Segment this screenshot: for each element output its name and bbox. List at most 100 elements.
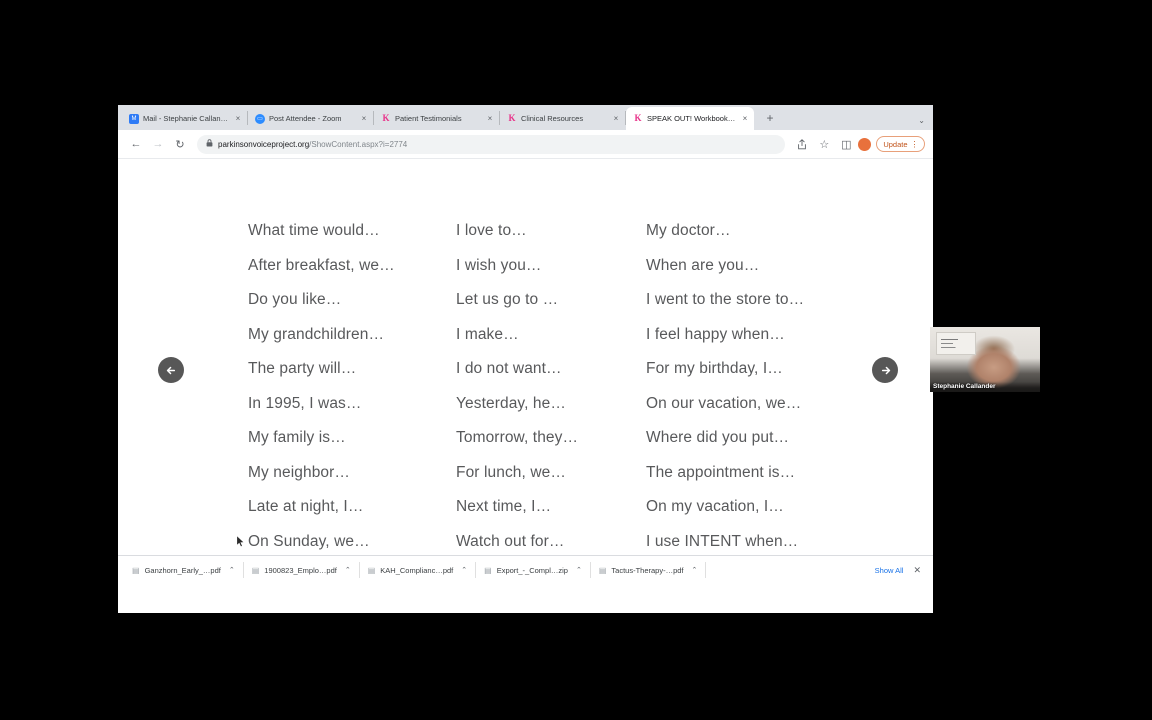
phrase-item: For my birthday, I… <box>646 360 783 377</box>
bookmark-star-icon[interactable]: ☆ <box>814 134 834 154</box>
tab-close-icon[interactable]: × <box>485 114 495 124</box>
download-filename: Tactus-Therapy-…pdf <box>611 565 684 575</box>
share-icon[interactable] <box>792 134 812 154</box>
kebab-menu-icon[interactable]: ⋮ <box>911 140 919 149</box>
tab-close-icon[interactable]: × <box>740 114 750 124</box>
phrase-item: Do you like… <box>248 291 342 308</box>
tab-close-icon[interactable]: × <box>233 114 243 124</box>
lock-icon <box>206 139 213 149</box>
forward-icon[interactable]: → <box>148 134 168 154</box>
parkinson-voice-icon: K <box>634 113 642 123</box>
phrase-item: I use INTENT when… <box>646 532 799 550</box>
chevron-up-icon[interactable]: ⌃ <box>345 566 351 574</box>
update-button[interactable]: Update ⋮ <box>876 136 925 152</box>
url-domain: parkinsonvoiceproject.org <box>218 139 310 149</box>
download-item[interactable]: ▤ KAH_Complianc…pdf ⌃ <box>360 560 475 580</box>
download-item[interactable]: ▤ Tactus-Therapy-…pdf ⌃ <box>591 560 706 580</box>
participant-video-tile[interactable]: Stephanie Callander <box>930 327 1040 392</box>
arrow-right-icon <box>881 366 890 374</box>
phrase-item: I feel happy when… <box>646 325 785 343</box>
arrow-left-icon <box>166 366 175 374</box>
tab-title: SPEAK OUT! Workbook-Englis <box>647 114 736 123</box>
browser-tab-patient-testimonials[interactable]: K Patient Testimonials × <box>374 107 499 130</box>
phrase-item: My neighbor… <box>248 463 350 481</box>
address-bar[interactable]: parkinsonvoiceproject.org/ShowContent.as… <box>197 134 786 154</box>
phrase-item: Watch out for… <box>456 532 565 550</box>
download-filename: 1900823_Emplo…pdf <box>264 565 337 575</box>
download-filename: Ganzhorn_Early_…pdf <box>144 565 221 575</box>
phrase-item: My family is… <box>248 429 346 446</box>
phrase-item: When are you… <box>646 256 760 274</box>
show-all-downloads-link[interactable]: Show All <box>865 566 914 575</box>
download-item[interactable]: ▤ Export_-_Compl…zip ⌃ <box>476 560 590 580</box>
phrase-item: I love to… <box>456 222 527 239</box>
phrase-item: Yesterday, he… <box>456 394 566 412</box>
pdf-file-icon: ▤ <box>367 565 376 575</box>
phrase-item: On our vacation, we… <box>646 394 802 412</box>
phrase-column-2: I love to… I wish you… Let us go to … I … <box>456 214 646 559</box>
download-item[interactable]: ▤ Ganzhorn_Early_…pdf ⌃ <box>124 560 243 580</box>
side-panel-icon[interactable]: ◫ <box>836 134 856 154</box>
lock-glyph <box>206 139 213 147</box>
browser-tab-zoom[interactable]: ▭ Post Attendee - Zoom × <box>248 107 373 130</box>
phrase-item: I make… <box>456 325 519 343</box>
participant-name-label: Stephanie Callander <box>930 382 1040 392</box>
tab-title: Clinical Resources <box>521 114 584 123</box>
new-tab-button[interactable]: + <box>760 108 780 128</box>
tab-search-caret-icon[interactable]: ⌄ <box>918 116 925 125</box>
phrase-item: For lunch, we… <box>456 463 566 481</box>
whiteboard-prop <box>936 332 976 355</box>
pdf-file-icon: ▤ <box>132 565 140 575</box>
download-item[interactable]: ▤ 1900823_Emplo…pdf ⌃ <box>244 560 359 580</box>
tab-title: Post Attendee - Zoom <box>269 114 342 123</box>
tab-close-icon[interactable]: × <box>359 114 369 124</box>
phrase-item: The party will… <box>248 360 357 377</box>
pdf-file-icon: ▤ <box>598 565 607 575</box>
download-filename: KAH_Complianc…pdf <box>380 565 454 575</box>
url-text: parkinsonvoiceproject.org/ShowContent.as… <box>218 140 407 149</box>
browser-tab-mail[interactable]: M Mail - Stephanie Callander - O × <box>122 107 247 130</box>
browser-window: M Mail - Stephanie Callander - O × ▭ Pos… <box>118 105 933 613</box>
mail-icon: M <box>129 113 139 124</box>
phrase-item: Late at night, I… <box>248 498 364 515</box>
chevron-up-icon[interactable]: ⌃ <box>576 566 582 574</box>
mouse-cursor <box>236 534 245 548</box>
phrase-item: Let us go to … <box>456 291 559 308</box>
screen-share-stage: M Mail - Stephanie Callander - O × ▭ Pos… <box>0 0 1152 720</box>
previous-page-button[interactable] <box>158 357 184 383</box>
back-icon[interactable]: ← <box>126 134 146 154</box>
phrase-column-3: My doctor… When are you… I went to the s… <box>646 214 868 559</box>
phrase-columns: What time would… After breakfast, we… Do… <box>248 214 868 559</box>
reload-icon[interactable]: ↻ <box>170 134 190 154</box>
downloads-bar: ▤ Ganzhorn_Early_…pdf ⌃ ▤ 1900823_Emplo…… <box>118 555 933 584</box>
chevron-up-icon[interactable]: ⌃ <box>461 566 467 574</box>
url-path: /ShowContent.aspx?i=2774 <box>309 139 408 149</box>
chevron-up-icon[interactable]: ⌃ <box>229 566 235 574</box>
tab-close-icon[interactable]: × <box>611 114 621 124</box>
phrase-item: Where did you put… <box>646 429 790 446</box>
profile-avatar[interactable] <box>858 137 872 151</box>
phrase-item: Next time, I… <box>456 498 552 515</box>
chevron-up-icon[interactable]: ⌃ <box>692 566 698 574</box>
phrase-item: I wish you… <box>456 256 542 274</box>
phrase-item: The appointment is… <box>646 463 796 481</box>
tab-title: Patient Testimonials <box>395 114 462 123</box>
phrase-column-1: What time would… After breakfast, we… Do… <box>248 214 456 559</box>
browser-tab-speak-out-workbook[interactable]: K SPEAK OUT! Workbook-Englis × <box>626 107 754 130</box>
zoom-icon: ▭ <box>255 113 265 124</box>
tab-title: Mail - Stephanie Callander - O <box>143 114 229 123</box>
phrase-item: I went to the store to… <box>646 291 805 308</box>
parkinson-voice-icon: K <box>382 113 390 123</box>
phrase-item: My doctor… <box>646 222 731 239</box>
next-page-button[interactable] <box>872 357 898 383</box>
phrase-item: Tomorrow, they… <box>456 429 579 446</box>
phrase-item: On Sunday, we… <box>248 532 370 550</box>
download-divider <box>705 562 707 578</box>
browser-tab-clinical-resources[interactable]: K Clinical Resources × <box>500 107 625 130</box>
close-downloads-bar-icon[interactable]: ✕ <box>913 565 927 576</box>
tab-strip: M Mail - Stephanie Callander - O × ▭ Pos… <box>118 105 933 130</box>
share-glyph <box>798 138 807 149</box>
phrase-item: I do not want… <box>456 360 562 377</box>
phrase-item: In 1995, I was… <box>248 394 362 412</box>
cursor-arrow-icon <box>236 534 245 548</box>
